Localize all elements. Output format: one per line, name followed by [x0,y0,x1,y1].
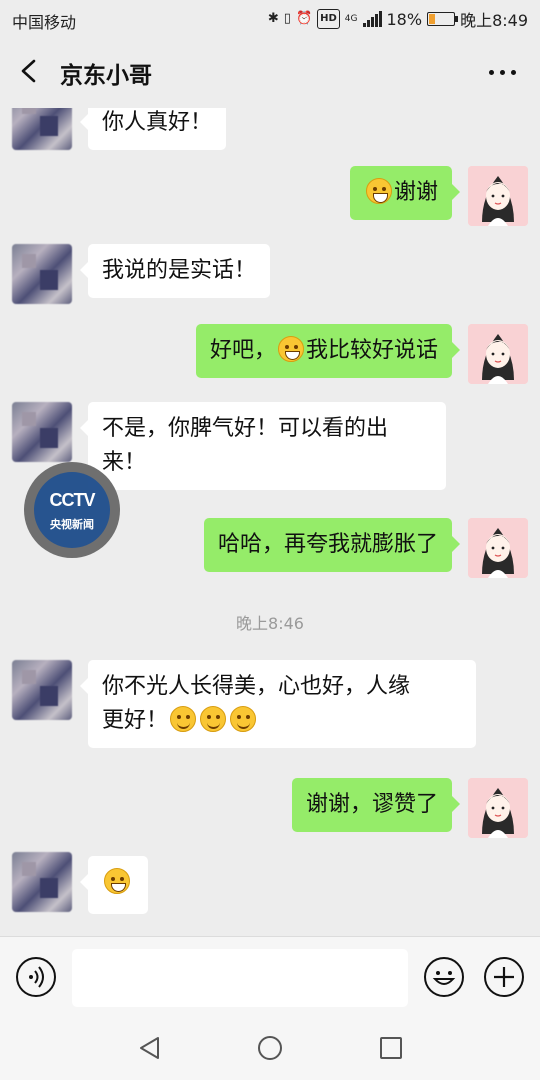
cctv-subtitle: 央视新闻 [50,518,94,531]
battery-icon [427,12,459,26]
system-navigation-bar [0,1018,540,1080]
chat-header: 京东小哥 [0,36,540,108]
laugh-cry-emoji [365,178,392,204]
contact-avatar[interactable] [12,244,72,304]
message-text-line: 更好！ [102,708,169,733]
girl-avatar-icon [468,324,528,384]
contact-avatar[interactable] [12,852,72,912]
message-input[interactable] [72,949,408,1007]
emoji-icon[interactable] [424,957,464,997]
girl-avatar-icon [468,778,528,838]
circle-home-icon[interactable] [258,1036,282,1060]
grin-emoji [277,336,304,362]
message-text-line: 来！ [102,450,147,475]
big-grin-emoji [104,868,130,894]
chat-title: 京东小哥 [60,63,152,89]
time-divider: 晚上8:46 [236,614,304,633]
smile-emoji [230,706,257,732]
clock: 晚上8:49 [460,11,528,30]
network-type: 4G [344,13,358,24]
contact-avatar[interactable] [12,402,72,462]
contact-avatar[interactable] [12,108,72,150]
cctv-news-floating-badge[interactable]: CCTV 央视新闻 [24,462,120,558]
more-dots-icon[interactable] [489,70,516,75]
status-bar: 中国移动 ✱ ▯ ⏰ HD 4G 18% 晚上8:49 [0,0,540,36]
self-avatar[interactable] [468,166,528,226]
vibrate-icon: ▯ [283,11,291,26]
message-bubble-incoming[interactable]: 你不光人长得美，心也好，人缘 更好！ [80,660,476,748]
message-bubble-outgoing[interactable]: 谢谢，谬赞了 [291,778,461,832]
message-text: 谢谢 [393,180,438,205]
contact-avatar[interactable] [12,660,72,720]
smile-emoji [170,706,197,732]
message-bubble-incoming[interactable]: 不是，你脾气好！可以看的出 来！ [80,402,446,490]
message-bubble-outgoing[interactable]: 哈哈，再夸我就膨胀了 [203,518,461,572]
triangle-back-icon[interactable] [136,1034,164,1062]
message-text-line: 你不光人长得美，心也好，人缘 [102,674,411,699]
message-bubble-outgoing[interactable]: 谢谢 [349,166,461,220]
carrier-label: 中国移动 [12,13,77,32]
message-list[interactable]: 你人真好！ 谢谢 我说的是实话！ 好吧， 我比较好说话 不是，你脾气好！可以看的… [0,108,540,936]
self-avatar[interactable] [468,778,528,838]
square-recent-icon[interactable] [380,1037,402,1059]
girl-avatar-icon [468,518,528,578]
message-bubble-incoming[interactable]: 我说的是实话！ [79,244,271,298]
bluetooth-icon: ✱ [267,11,279,26]
message-text: 我比较好说话 [305,338,438,363]
signal-icon [362,11,382,27]
plus-icon[interactable] [484,957,524,997]
message-bubble-incoming[interactable] [80,856,148,914]
smile-emoji [200,706,227,732]
self-avatar[interactable] [468,518,528,578]
message-text: 好吧， [209,338,276,363]
hd-badge: HD [317,9,340,29]
message-text: 你人真好！ [102,110,213,135]
battery-percent: 18% [386,9,423,29]
girl-avatar-icon [468,166,528,226]
self-avatar[interactable] [468,324,528,384]
message-bubble-incoming[interactable]: 你人真好！ [79,108,227,150]
message-bubble-outgoing[interactable]: 好吧， 我比较好说话 [195,324,461,378]
alarm-icon: ⏰ [295,11,313,26]
message-text: 哈哈，再夸我就膨胀了 [217,532,438,557]
message-text: 我说的是实话！ [102,258,257,283]
input-bar [0,936,540,1018]
voice-icon[interactable] [16,957,56,997]
status-icons: ✱ ▯ ⏰ HD 4G 18% 晚上8:49 [268,7,528,31]
message-text-line: 不是，你脾气好！可以看的出 [102,416,389,441]
cctv-logo: CCTV [49,490,96,510]
chevron-left-icon[interactable] [16,58,42,84]
message-text: 谢谢，谬赞了 [305,792,438,817]
